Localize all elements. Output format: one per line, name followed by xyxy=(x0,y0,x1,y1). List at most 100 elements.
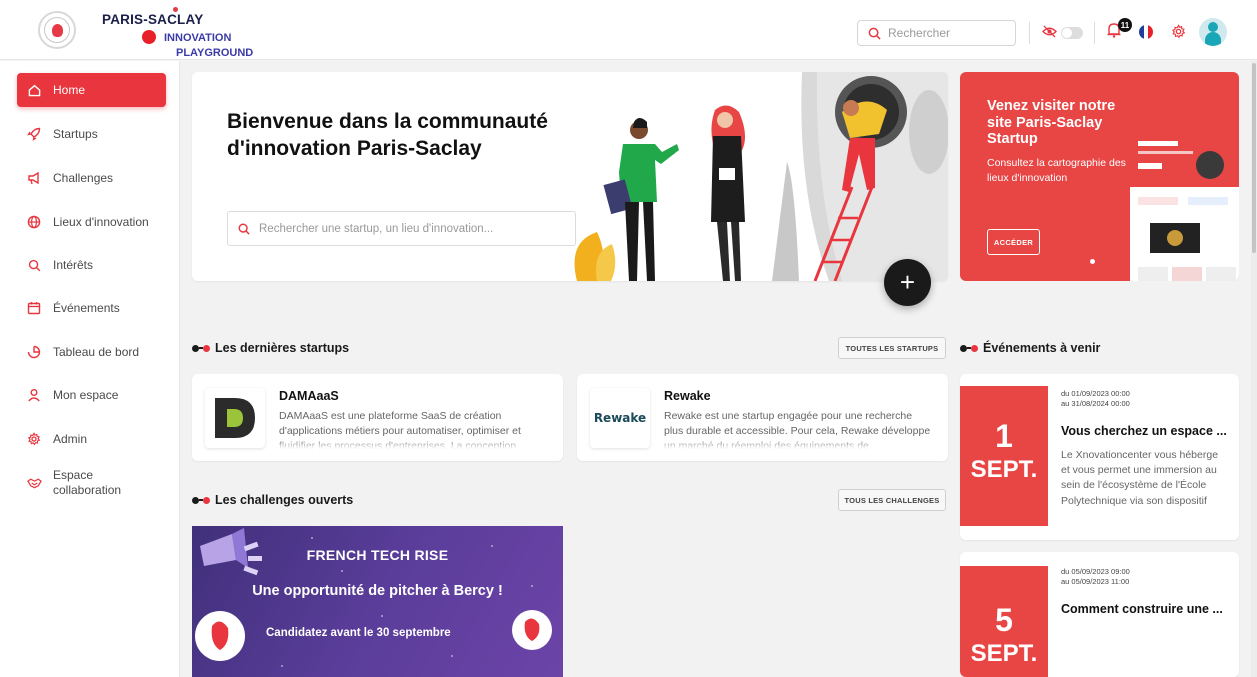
sidebar-item-mon-espace[interactable]: Mon espace xyxy=(17,378,166,412)
damaaas-logo xyxy=(205,388,265,448)
event-month: SEPT. xyxy=(970,640,1038,667)
sidebar-item-admin[interactable]: Admin xyxy=(17,422,166,456)
event-datetime: du 05/09/2023 09:00 au 05/09/2023 11:00 xyxy=(1061,567,1130,587)
startup-name: DAMAaaS xyxy=(279,389,339,403)
events-section-heading: Événements à venir xyxy=(960,341,1100,355)
add-button[interactable]: + xyxy=(884,259,931,306)
global-search-input[interactable] xyxy=(888,26,1008,40)
startup-card[interactable]: DAMAaaS DAMAaaS est une plateforme SaaS … xyxy=(192,374,563,461)
sidebar: Home Startups Challenges Lieux d'innovat… xyxy=(0,61,180,677)
sidebar-item-challenges[interactable]: Challenges xyxy=(17,161,166,195)
event-day: 1 xyxy=(995,418,1013,454)
gear-icon xyxy=(26,431,42,447)
sidebar-item-label: Tableau de bord xyxy=(53,344,140,359)
all-challenges-button[interactable]: TOUS LES CHALLENGES xyxy=(838,489,946,511)
event-title: Comment construire une ... xyxy=(1061,602,1223,616)
sidebar-item-evenements[interactable]: Événements xyxy=(17,291,166,325)
sidebar-item-label: Admin xyxy=(53,431,88,446)
all-startups-button[interactable]: TOUTES LES STARTUPS xyxy=(838,337,946,359)
hero-search-input[interactable] xyxy=(259,222,559,235)
section-title: Événements à venir xyxy=(983,341,1101,355)
event-card[interactable]: 5 SEPT. du 05/09/2023 09:00 au 05/09/202… xyxy=(960,552,1239,677)
sidebar-item-interets[interactable]: Intérêts xyxy=(17,248,166,282)
sidebar-item-label: Home xyxy=(53,82,86,97)
challenge-banner-subtitle: Une opportunité de pitcher à Bercy ! xyxy=(252,583,503,599)
startup-card[interactable]: Rewake Rewake Rewake est une startup eng… xyxy=(577,374,948,461)
page-scrollbar[interactable] xyxy=(1251,61,1257,677)
event-start: du 05/09/2023 09:00 xyxy=(1061,567,1130,576)
event-card[interactable]: 1 SEPT. du 01/09/2023 00:00 au 31/08/202… xyxy=(960,374,1239,540)
sidebar-item-label: Startups xyxy=(53,126,98,141)
carousel-indicator[interactable] xyxy=(1090,259,1095,264)
welcome-hero: Bienvenue dans la communauté d'innovatio… xyxy=(192,72,948,281)
pie-chart-icon xyxy=(26,344,42,360)
header-divider xyxy=(1094,22,1095,44)
globe-icon xyxy=(26,214,42,230)
sidebar-item-lieux[interactable]: Lieux d'innovation xyxy=(17,205,166,239)
startup-name: Rewake xyxy=(664,389,711,403)
french-tech-logo[interactable] xyxy=(38,11,76,49)
calendar-icon xyxy=(26,300,42,316)
sidebar-item-home[interactable]: Home xyxy=(17,73,166,107)
brand-title[interactable]: PARIS-SACLAY xyxy=(102,12,203,27)
brand-accent-dot xyxy=(173,7,178,12)
event-end: au 31/08/2024 00:00 xyxy=(1061,398,1130,408)
event-date-block: 1 SEPT. xyxy=(960,386,1048,526)
promo-access-button[interactable]: ACCÉDER xyxy=(987,229,1040,255)
french-flag-icon[interactable] xyxy=(1139,25,1153,39)
sidebar-item-label: Lieux d'innovation xyxy=(53,214,149,229)
event-end: au 05/09/2023 11:00 xyxy=(1061,576,1130,586)
sidebar-item-tableau-de-bord[interactable]: Tableau de bord xyxy=(17,335,166,369)
section-title: Les challenges ouverts xyxy=(215,493,354,507)
sidebar-item-label: Mon espace xyxy=(53,387,119,402)
brand-subtitle-playground: PLAYGROUND xyxy=(176,47,254,59)
challenge-banner[interactable]: FRENCH TECH RISE Une opportunité de pitc… xyxy=(192,526,563,677)
search-icon xyxy=(26,257,42,273)
startups-section-heading: Les dernières startups xyxy=(192,341,349,355)
rewake-logo: Rewake xyxy=(590,388,650,448)
section-bullet-icon xyxy=(192,344,210,352)
section-bullet-icon xyxy=(192,496,210,504)
promo-title: Venez visiter notre site Paris-Saclay St… xyxy=(987,98,1116,148)
challenges-section-heading: Les challenges ouverts xyxy=(192,493,353,507)
global-search-box[interactable] xyxy=(857,20,1016,46)
sidebar-item-startups[interactable]: Startups xyxy=(17,117,166,151)
promo-card[interactable]: Venez visiter notre site Paris-Saclay St… xyxy=(960,72,1239,281)
startup-description: Rewake est une startup engagée pour une … xyxy=(664,409,934,449)
accessibility-toggle[interactable] xyxy=(1061,27,1083,39)
header-divider xyxy=(1029,22,1030,44)
sidebar-item-label: Espace collaboration xyxy=(53,468,122,497)
user-avatar[interactable] xyxy=(1199,18,1227,46)
brand-subtitle-innovation: INNOVATION xyxy=(164,32,232,44)
eye-off-icon[interactable] xyxy=(1042,25,1057,38)
challenge-banner-title: FRENCH TECH RISE xyxy=(306,547,449,563)
challenge-banner-deadline: Candidatez avant le 30 septembre xyxy=(266,627,451,639)
event-start: du 01/09/2023 00:00 xyxy=(1061,389,1130,398)
event-date-block: 5 SEPT. xyxy=(960,566,1048,677)
sidebar-item-espace-collaboration[interactable]: Espace collaboration xyxy=(17,465,166,501)
handshake-icon xyxy=(26,475,42,491)
sidebar-item-label: Intérêts xyxy=(53,257,94,272)
event-title: Vous cherchez un espace ... xyxy=(1061,424,1227,438)
hero-illustration xyxy=(574,72,948,281)
home-icon xyxy=(26,82,42,98)
top-header: PARIS-SACLAY INNOVATION PLAYGROUND 11 xyxy=(0,0,1257,60)
hero-title: Bienvenue dans la communauté d'innovatio… xyxy=(227,110,548,161)
section-title: Les dernières startups xyxy=(215,341,350,355)
gear-icon[interactable] xyxy=(1171,24,1186,39)
promo-site-preview xyxy=(1130,127,1239,281)
notification-badge: 11 xyxy=(1118,18,1132,32)
user-icon xyxy=(26,387,42,403)
search-icon xyxy=(238,223,250,235)
section-bullet-icon xyxy=(960,344,978,352)
event-description: Le Xnovationcenter vous héberge et vous … xyxy=(1061,449,1219,507)
event-month: SEPT. xyxy=(970,456,1038,483)
sidebar-item-label: Challenges xyxy=(53,170,114,185)
megaphone-icon xyxy=(26,170,42,186)
scrollbar-thumb[interactable] xyxy=(1252,63,1256,253)
rewake-logo-text: Rewake xyxy=(593,411,647,425)
hero-search-box[interactable] xyxy=(227,211,576,246)
search-icon xyxy=(868,27,881,40)
startup-description: DAMAaaS est une plateforme SaaS de créat… xyxy=(279,409,549,449)
sidebar-item-label: Événements xyxy=(53,300,120,315)
